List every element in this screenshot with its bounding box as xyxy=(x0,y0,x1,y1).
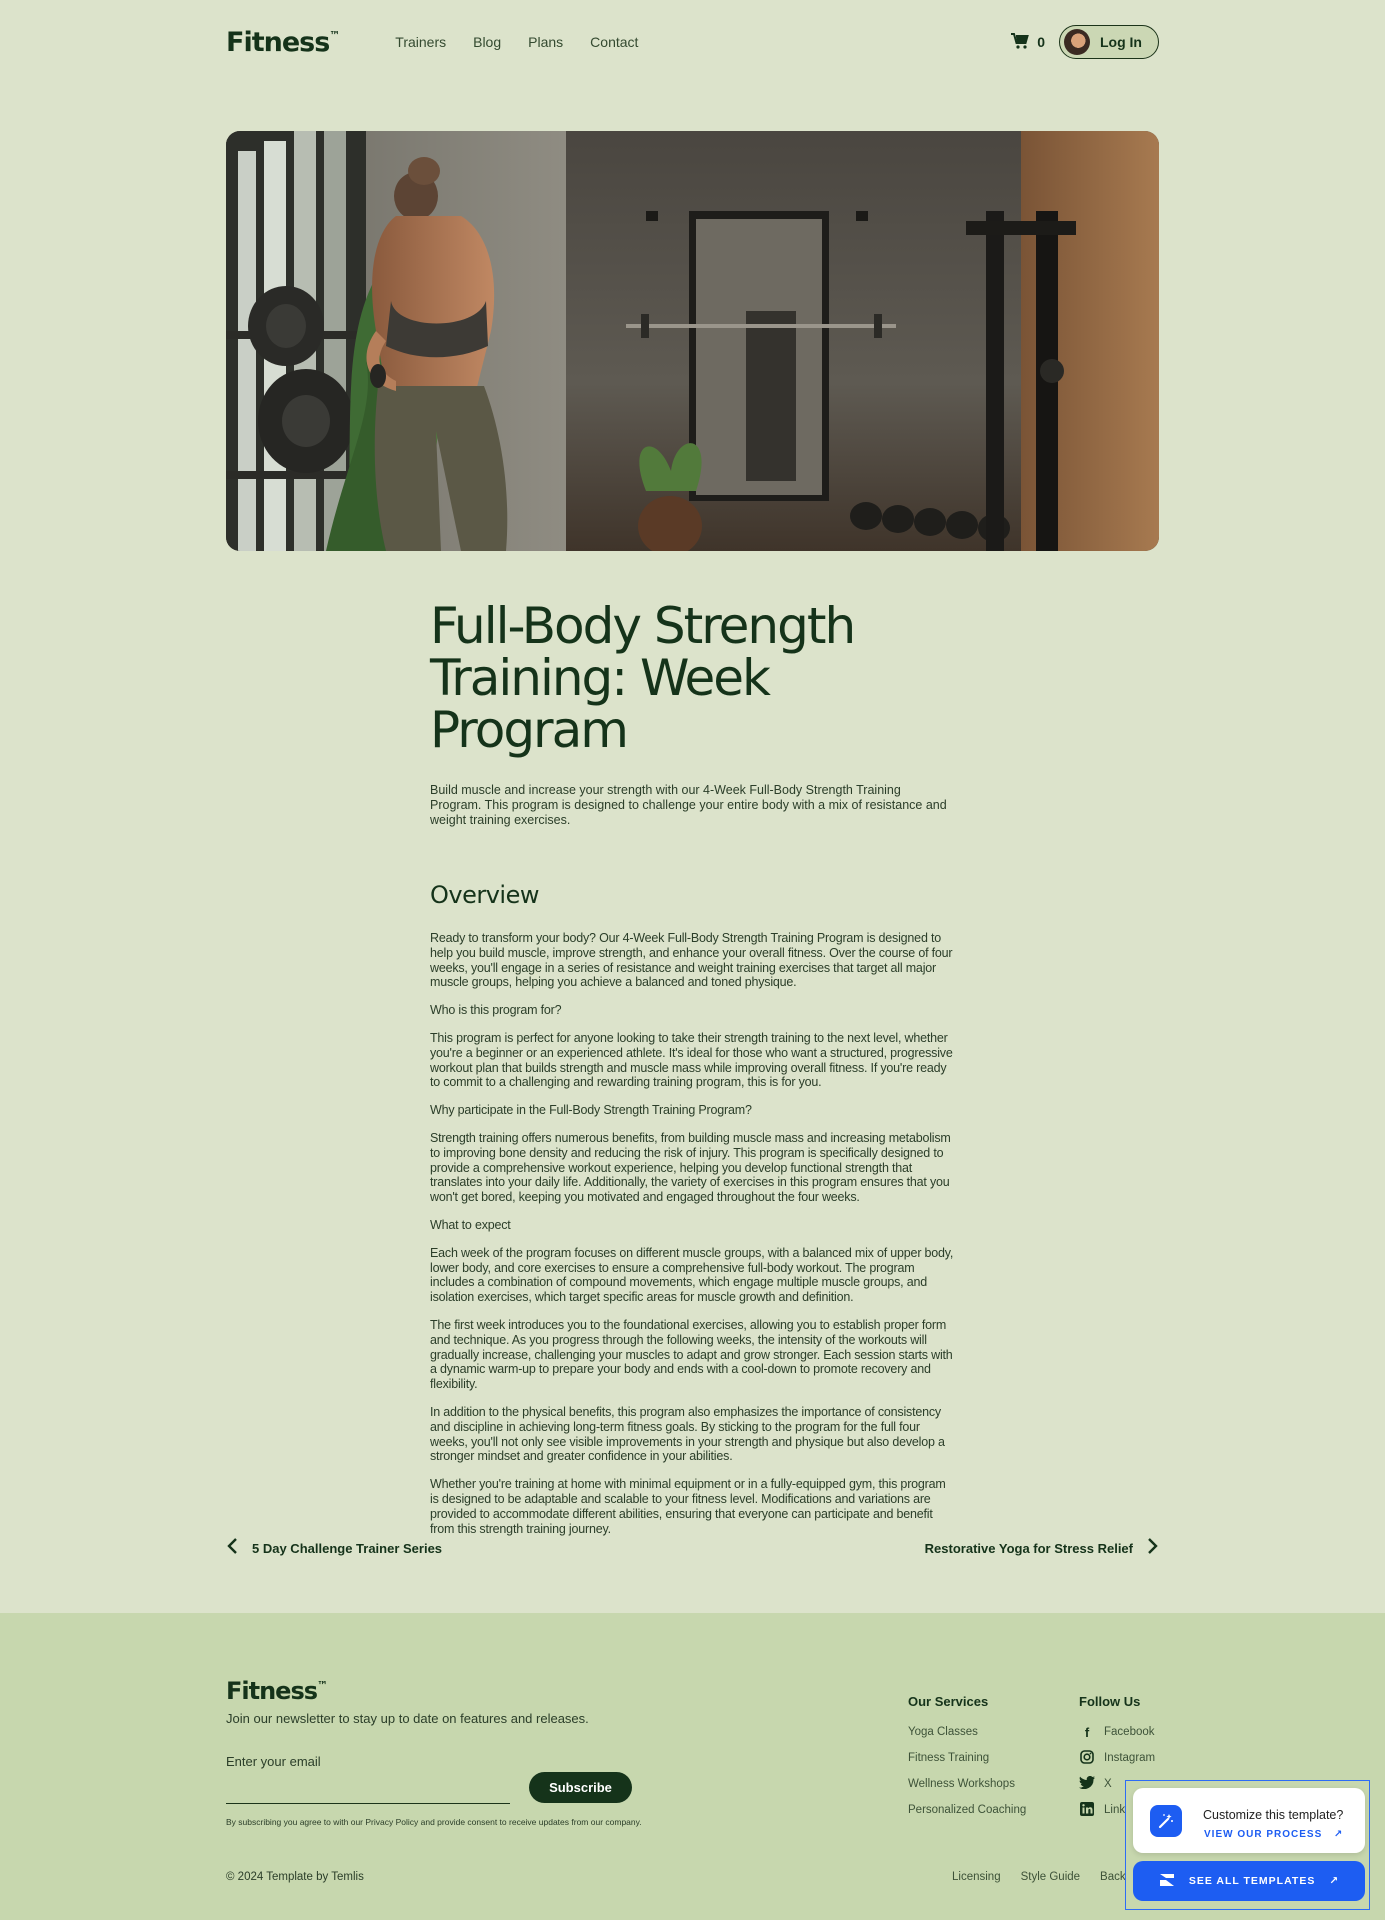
next-post-link[interactable]: Restorative Yoga for Stress Relief xyxy=(925,1535,1159,1561)
nav-trainers[interactable]: Trainers xyxy=(395,34,446,50)
legal-note: By subscribing you agree to with our Pri… xyxy=(226,1817,642,1827)
paragraph: Each week of the program focuses on diff… xyxy=(430,1245,954,1305)
twitter-icon xyxy=(1079,1775,1095,1792)
paragraph: Whether you're training at home with min… xyxy=(430,1477,946,1536)
template-widget: Customize this template? VIEW OUR PROCES… xyxy=(1125,1780,1370,1910)
site-header: Fitness™ Trainers Blog Plans Contact 0 L… xyxy=(226,24,1159,60)
login-button[interactable]: Log In xyxy=(1059,25,1159,59)
email-input[interactable]: Enter your email xyxy=(226,1754,321,1769)
footer-link-style-guide[interactable]: Style Guide xyxy=(1021,1871,1080,1883)
main-nav: Trainers Blog Plans Contact xyxy=(395,34,638,50)
overview-heading: Overview xyxy=(430,881,540,909)
footer-link-back[interactable]: Back xyxy=(1100,1871,1126,1883)
templates-logo-icon xyxy=(1159,1872,1175,1891)
customize-card[interactable]: Customize this template? VIEW OUR PROCES… xyxy=(1133,1788,1365,1853)
email-underline xyxy=(226,1803,510,1804)
chevron-left-icon xyxy=(226,1535,238,1561)
prev-post-link[interactable]: 5 Day Challenge Trainer Series xyxy=(226,1535,442,1561)
view-process-label: VIEW OUR PROCESS xyxy=(1204,1829,1323,1840)
paragraph: In addition to the physical benefits, th… xyxy=(430,1404,945,1464)
services-column: Our Services Yoga Classes Fitness Traini… xyxy=(908,1694,1026,1828)
footer-link-licensing[interactable]: Licensing xyxy=(952,1871,1001,1883)
see-all-templates-label: SEE ALL TEMPLATES xyxy=(1188,1875,1316,1887)
footer-logo[interactable]: Fitness™ xyxy=(226,1677,328,1705)
paragraph: Strength training offers numerous benefi… xyxy=(430,1130,951,1205)
subheading: What to expect xyxy=(430,1217,511,1232)
copyright: © 2024 Template by Temlis xyxy=(226,1871,364,1883)
header-actions: 0 Log In xyxy=(1011,25,1159,59)
chevron-right-icon xyxy=(1147,1535,1159,1561)
social-label: X xyxy=(1104,1778,1112,1790)
see-all-templates-button[interactable]: SEE ALL TEMPLATES ↗ xyxy=(1133,1861,1365,1901)
newsletter-tagline: Join our newsletter to stay up to date o… xyxy=(226,1711,589,1726)
footer-bottom-links: Licensing Style Guide Back xyxy=(952,1871,1126,1883)
cart-icon xyxy=(1011,32,1030,52)
post-navigation: 5 Day Challenge Trainer Series Restorati… xyxy=(226,1535,1159,1561)
avatar xyxy=(1064,29,1090,55)
subheading: Who is this program for? xyxy=(430,1003,562,1018)
cart-button[interactable]: 0 xyxy=(1011,32,1045,52)
social-label: Link xyxy=(1104,1804,1126,1816)
facebook-icon: f xyxy=(1084,1724,1090,1740)
prev-post-label: 5 Day Challenge Trainer Series xyxy=(252,1540,443,1556)
subheading: Why participate in the Full-Body Strengt… xyxy=(430,1103,752,1118)
social-label: Instagram xyxy=(1104,1752,1156,1764)
widget-title: Customize this template? xyxy=(1203,1808,1344,1822)
next-post-label: Restorative Yoga for Stress Relief xyxy=(924,1540,1133,1556)
paragraph: Ready to transform your body? Our 4-Week… xyxy=(430,931,953,990)
hero-image xyxy=(226,131,1159,551)
paragraph: This program is perfect for anyone looki… xyxy=(430,1030,953,1090)
footer-link-fitness[interactable]: Fitness Training xyxy=(908,1750,1026,1766)
nav-plans[interactable]: Plans xyxy=(528,34,563,50)
magic-wand-icon xyxy=(1150,1805,1182,1837)
site-logo[interactable]: Fitness™ xyxy=(226,27,340,58)
page-title: Full-Body Strength Training: Week Progra… xyxy=(430,600,955,756)
title-line-1: Full-Body Strength xyxy=(430,597,856,655)
article: Full-Body Strength Training: Week Progra… xyxy=(430,600,955,1549)
footer-link-wellness[interactable]: Wellness Workshops xyxy=(908,1776,1026,1792)
arrow-up-right-icon: ↗ xyxy=(1329,1875,1340,1887)
linkedin-icon xyxy=(1079,1801,1095,1819)
subscribe-button[interactable]: Subscribe xyxy=(529,1772,632,1803)
view-process-link[interactable]: VIEW OUR PROCESS ↗ xyxy=(1204,1829,1343,1840)
article-body: Ready to transform your body? Our 4-Week… xyxy=(430,931,955,1536)
arrow-up-right-icon: ↗ xyxy=(1334,1829,1344,1840)
services-heading: Our Services xyxy=(908,1694,989,1709)
footer-link-yoga[interactable]: Yoga Classes xyxy=(908,1724,1026,1740)
social-label: Facebook xyxy=(1104,1726,1155,1738)
footer-link-coaching[interactable]: Personalized Coaching xyxy=(908,1802,1026,1818)
social-instagram[interactable]: Instagram xyxy=(1079,1749,1156,1767)
follow-heading: Follow Us xyxy=(1079,1694,1141,1709)
nav-contact[interactable]: Contact xyxy=(590,34,638,50)
article-lead: Build muscle and increase your strength … xyxy=(430,783,947,827)
social-facebook[interactable]: f Facebook xyxy=(1079,1724,1155,1740)
login-label: Log In xyxy=(1100,34,1142,50)
instagram-icon xyxy=(1079,1749,1095,1767)
title-line-2: Training: Week Program xyxy=(430,649,771,759)
cart-count: 0 xyxy=(1037,34,1045,50)
paragraph: The first week introduces you to the fou… xyxy=(430,1317,953,1392)
nav-blog[interactable]: Blog xyxy=(473,34,501,50)
